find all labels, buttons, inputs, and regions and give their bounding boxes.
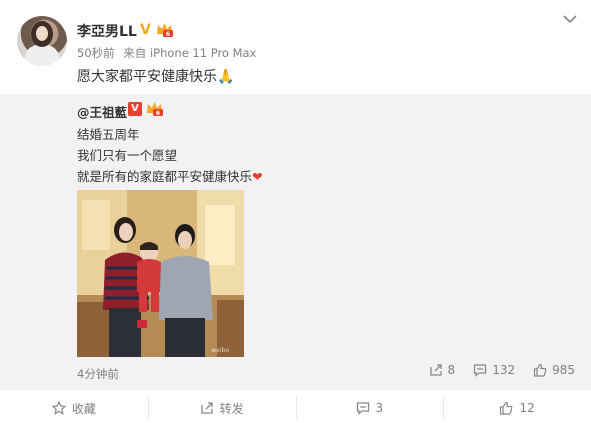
repost-label: 转发 xyxy=(219,401,244,416)
like-label: 12 xyxy=(519,401,535,415)
author-name[interactable]: 李亞男LL xyxy=(77,21,137,41)
vip-crown-icon: 6 xyxy=(157,23,173,38)
thumbs-up-icon xyxy=(533,363,547,377)
post-text-body: 愿大家都平安健康快乐 xyxy=(77,69,217,85)
star-icon xyxy=(51,401,66,415)
repost-line-text: 就是所有的家庭都平安健康快乐 xyxy=(77,169,253,184)
comment-count-value: 132 xyxy=(492,363,516,377)
svg-text:weibo: weibo xyxy=(211,347,229,354)
chevron-down-icon[interactable] xyxy=(563,14,577,24)
post-source: 来自 iPhone 11 Pro Max xyxy=(123,46,257,60)
red-verified-icon: V xyxy=(128,102,142,116)
repost-line: 我们只有一个愿望 xyxy=(77,148,178,163)
comment-label: 3 xyxy=(375,401,384,415)
repost-stats: 8 132 985 xyxy=(429,363,575,377)
avatar[interactable] xyxy=(17,16,67,66)
comment-count[interactable]: 132 xyxy=(473,363,515,377)
comment-icon xyxy=(474,364,487,377)
heart-icon: ❤ xyxy=(252,169,263,184)
favorite-label: 收藏 xyxy=(71,401,96,416)
share-icon xyxy=(429,364,442,376)
verified-icon: V xyxy=(140,22,151,38)
post-time[interactable]: 50秒前 xyxy=(77,46,115,60)
comment-button[interactable]: 3 xyxy=(295,393,444,423)
repost-count-value: 8 xyxy=(447,363,456,377)
thumbs-up-icon xyxy=(500,401,513,415)
post-meta: 50秒前 来自 iPhone 11 Pro Max xyxy=(77,45,261,61)
vip-crown-icon: 6 xyxy=(147,102,163,117)
comment-icon xyxy=(356,402,369,415)
weibo-card: 李亞男LL V 6 50秒前 来自 iPhone 11 Pro Max 愿大家都… xyxy=(0,0,591,423)
post-text: 愿大家都平安健康快乐🙏 xyxy=(77,66,234,86)
repost-count[interactable]: 8 xyxy=(429,363,456,377)
svg-text:6: 6 xyxy=(156,110,160,117)
like-count[interactable]: 985 xyxy=(533,363,575,377)
share-icon xyxy=(200,402,213,414)
svg-text:6: 6 xyxy=(166,31,170,38)
action-bar: 收藏 转发 3 12 xyxy=(0,393,591,423)
favorite-button[interactable]: 收藏 xyxy=(0,393,148,423)
repost-button[interactable]: 转发 xyxy=(147,393,296,423)
repost-line: 就是所有的家庭都平安健康快乐❤ xyxy=(77,166,263,185)
pray-emoji-icon: 🙏 xyxy=(217,69,235,85)
repost-time[interactable]: 4分钟前 xyxy=(77,366,119,382)
repost-author[interactable]: @王祖藍 xyxy=(77,102,127,121)
repost-block: @王祖藍 V 6 结婚五周年 我们只有一个愿望 就是所有的家庭都平安健康快乐❤ xyxy=(0,94,591,390)
family-photo[interactable]: weibo xyxy=(77,190,244,357)
repost-line: 结婚五周年 xyxy=(77,127,140,142)
like-button[interactable]: 12 xyxy=(443,393,591,423)
like-count-value: 985 xyxy=(552,363,575,377)
